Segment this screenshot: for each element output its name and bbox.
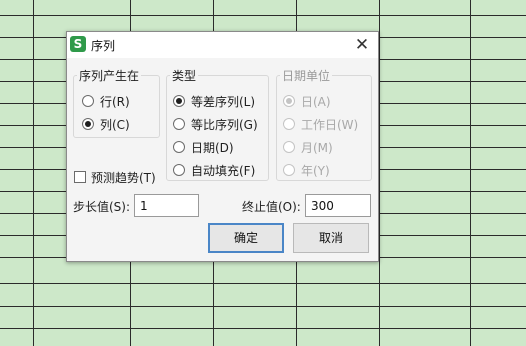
cancel-button[interactable]: 取消: [293, 223, 369, 253]
radio-autofill[interactable]: 自动填充(F): [173, 162, 255, 178]
radio-autofill-label: 自动填充(F): [191, 163, 256, 178]
grid-col-line: [33, 0, 34, 346]
trend-checkbox[interactable]: 预测趋势(T): [74, 169, 156, 185]
radio-rows-circle[interactable]: [82, 95, 94, 107]
radio-linear-circle[interactable]: [173, 95, 185, 107]
close-icon[interactable]: ✕: [352, 35, 372, 55]
radio-linear[interactable]: 等差序列(L): [173, 93, 255, 109]
radio-date[interactable]: 日期(D): [173, 139, 234, 155]
radio-date-circle[interactable]: [173, 141, 185, 153]
radio-year-circle[interactable]: [283, 164, 295, 176]
dialog-titlebar: S 序列 ✕: [67, 32, 378, 58]
radio-linear-label: 等差序列(L): [191, 94, 256, 109]
series-dialog: S 序列 ✕ 序列产生在 行(R) 列(C) 类型 等差序列(L) 等比序列(G…: [66, 31, 379, 262]
grid-col-line: [379, 0, 380, 346]
dialog-title: 序列: [91, 39, 116, 53]
trend-checkbox-label: 预测趋势(T): [91, 170, 156, 185]
radio-rows-label: 行(R): [100, 94, 130, 109]
grid-row-line: [0, 328, 526, 329]
radio-day-label: 日(A): [301, 94, 331, 109]
date-unit-legend: 日期单位: [282, 69, 331, 83]
radio-date-label: 日期(D): [191, 140, 234, 155]
radio-month[interactable]: 月(M): [283, 139, 333, 155]
radio-growth-circle[interactable]: [173, 118, 185, 130]
radio-growth[interactable]: 等比序列(G): [173, 116, 258, 132]
grid-row-line: [0, 15, 526, 16]
wps-app-icon: S: [70, 36, 86, 52]
radio-weekday-circle[interactable]: [283, 118, 295, 130]
stop-value-input[interactable]: [305, 194, 371, 217]
radio-year[interactable]: 年(Y): [283, 162, 330, 178]
radio-weekday-label: 工作日(W): [301, 117, 359, 132]
grid-col-line: [470, 0, 471, 346]
step-value-label: 步长值(S):: [73, 200, 131, 214]
stop-value-label: 终止值(O):: [242, 200, 301, 214]
trend-checkbox-box[interactable]: [74, 171, 86, 183]
radio-columns-label: 列(C): [100, 117, 130, 132]
radio-day[interactable]: 日(A): [283, 93, 331, 109]
radio-month-label: 月(M): [301, 140, 333, 155]
radio-day-circle[interactable]: [283, 95, 295, 107]
ok-button[interactable]: 确定: [208, 223, 284, 253]
radio-weekday[interactable]: 工作日(W): [283, 116, 358, 132]
series-type-legend: 类型: [172, 69, 197, 83]
step-value-input[interactable]: [134, 194, 199, 217]
radio-year-label: 年(Y): [301, 163, 330, 178]
radio-autofill-circle[interactable]: [173, 164, 185, 176]
radio-growth-label: 等比序列(G): [191, 117, 258, 132]
radio-rows[interactable]: 行(R): [82, 93, 130, 109]
radio-month-circle[interactable]: [283, 141, 295, 153]
series-origin-legend: 序列产生在: [79, 69, 140, 83]
radio-columns[interactable]: 列(C): [82, 116, 130, 132]
radio-columns-circle[interactable]: [82, 118, 94, 130]
grid-row-line: [0, 306, 526, 307]
grid-row-line: [0, 283, 526, 284]
